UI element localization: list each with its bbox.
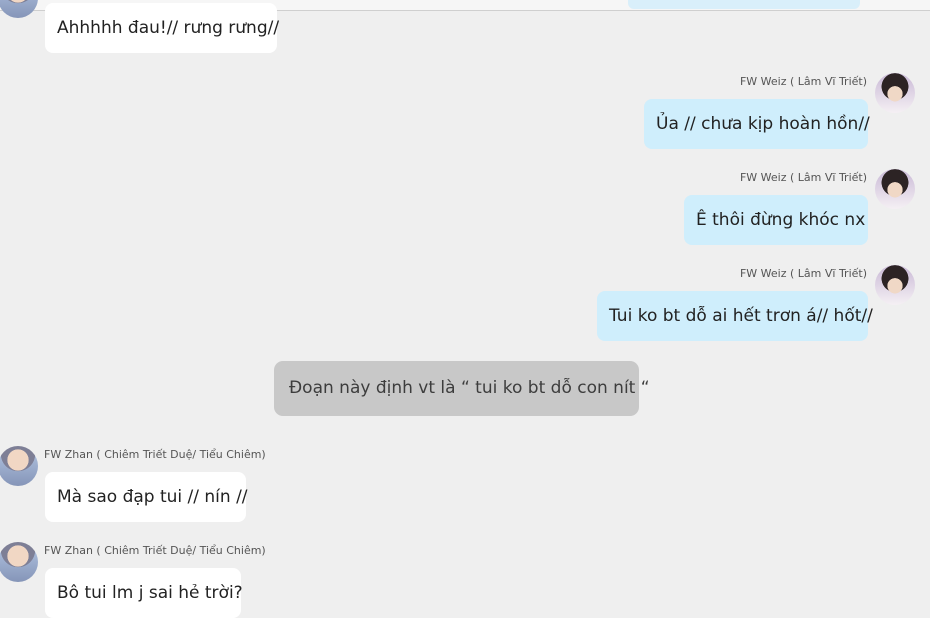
avatar-weiz-icon[interactable] xyxy=(875,73,915,113)
message-bubble: Mà sao đạp tui // nín // xyxy=(45,472,248,522)
system-message: Đoạn này định vt là “ tui ko bt dỗ con n… xyxy=(274,361,650,416)
message-bubble: Tui ko bt dỗ ai hết trơn á// hốt// xyxy=(597,291,873,341)
avatar-weiz-icon[interactable] xyxy=(875,169,915,209)
avatar-zhan-icon[interactable] xyxy=(0,542,38,582)
message-bubble: Bô tui lm j sai hẻ trời? xyxy=(45,568,243,618)
sender-name: FW Weiz ( Lâm Vĩ Triết) xyxy=(739,171,867,184)
previous-message-bubble-edge xyxy=(628,0,860,9)
avatar-zhan-icon[interactable] xyxy=(0,0,38,18)
message-bubble: Ủa // chưa kịp hoàn hồn// xyxy=(644,99,870,149)
avatar-zhan-icon[interactable] xyxy=(0,446,38,486)
avatar-weiz-icon[interactable] xyxy=(875,265,915,305)
sender-name: FW Zhan ( Chiêm Triết Duệ/ Tiểu Chiêm) xyxy=(44,448,266,461)
sender-name: FW Weiz ( Lâm Vĩ Triết) xyxy=(739,75,867,88)
message-bubble: Ê thôi đừng khóc nx xyxy=(684,195,868,245)
sender-name: FW Weiz ( Lâm Vĩ Triết) xyxy=(739,267,867,280)
sender-name: FW Zhan ( Chiêm Triết Duệ/ Tiểu Chiêm) xyxy=(44,544,266,557)
message-bubble: Ahhhhh đau!// rưng rưng// xyxy=(45,3,279,53)
